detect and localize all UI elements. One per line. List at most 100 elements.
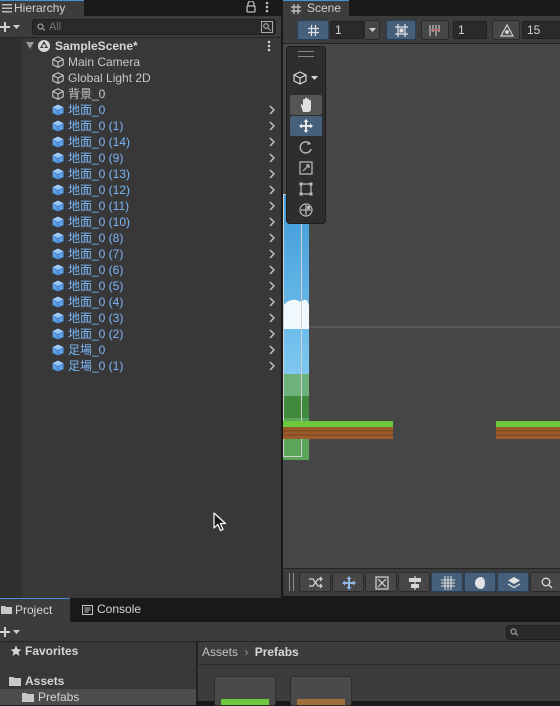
chevron-right-icon[interactable] [269, 121, 275, 131]
tab-console[interactable]: Console [72, 600, 152, 622]
chevron-right-icon[interactable] [269, 361, 275, 371]
rect-transform-icon [299, 182, 313, 196]
breadcrumb-root[interactable]: Assets [202, 645, 238, 659]
chevron-right-icon[interactable] [269, 217, 275, 227]
grid-dropdown-button[interactable] [364, 20, 380, 40]
prefab-cube-icon [52, 184, 64, 196]
hierarchy-item[interactable]: 地面_0 (4) [22, 294, 281, 310]
hierarchy-item-label: Main Camera [68, 55, 141, 69]
chevron-right-icon[interactable] [269, 201, 275, 211]
transform-tool-button[interactable] [290, 200, 322, 220]
hierarchy-item-label: Global Light 2D [68, 71, 151, 85]
chevron-right-icon[interactable] [269, 329, 275, 339]
move-tool-button[interactable] [290, 116, 322, 136]
hierarchy-item[interactable]: 地面_0 (10) [22, 214, 281, 230]
increment-snap-button[interactable] [421, 20, 449, 40]
tab-console-label: Console [97, 602, 142, 616]
camera-speed-field[interactable]: 15 [522, 21, 560, 39]
tab-project[interactable]: Project [0, 598, 70, 622]
scene-more-icon[interactable] [267, 40, 271, 52]
chevron-right-icon[interactable] [269, 137, 275, 147]
expand-arrow-icon[interactable] [26, 42, 34, 49]
rect-tool-button[interactable] [290, 179, 322, 199]
prefabs-folder-row[interactable]: Prefabs [0, 689, 196, 705]
drag-handle-icon[interactable] [289, 573, 294, 591]
grid-toggle-button[interactable] [297, 20, 329, 40]
tools-overlay[interactable] [286, 46, 326, 224]
snap-increment-button[interactable] [365, 572, 397, 592]
prefab-thumbnail[interactable] [214, 676, 276, 706]
chevron-right-icon[interactable] [269, 313, 275, 323]
hand-tool-button[interactable] [290, 95, 322, 115]
hierarchy-item[interactable]: Global Light 2D [22, 70, 281, 86]
hierarchy-item[interactable]: 地面_0 (12) [22, 182, 281, 198]
shading-mode-button[interactable] [464, 572, 496, 592]
camera-settings-button[interactable] [492, 20, 520, 40]
scale-tool-button[interactable] [290, 158, 322, 178]
breadcrumb-divider [198, 664, 560, 665]
snap-toggle-button[interactable] [386, 20, 416, 40]
prefab-thumbnail[interactable] [290, 676, 352, 706]
hierarchy-item[interactable]: 地面_0 (1) [22, 118, 281, 134]
favorites-row[interactable]: Favorites [0, 643, 196, 659]
chevron-right-icon[interactable] [269, 233, 275, 243]
tab-hierarchy[interactable]: Hierarchy [0, 0, 84, 16]
grid-visibility-button[interactable] [431, 572, 463, 592]
chevron-right-icon[interactable] [269, 169, 275, 179]
hierarchy-search-field[interactable] [32, 19, 276, 35]
view-mode-dropdown[interactable] [289, 67, 323, 89]
assets-row[interactable]: Assets [0, 673, 196, 689]
hierarchy-item[interactable]: Main Camera [22, 54, 281, 70]
drag-handle-icon[interactable] [298, 51, 314, 57]
grid-size-field[interactable]: 1 [330, 21, 364, 39]
chevron-right-icon[interactable] [269, 297, 275, 307]
hierarchy-item[interactable]: 地面_0 (3) [22, 310, 281, 326]
favorites-label: Favorites [25, 644, 79, 658]
hierarchy-item[interactable]: 地面_0 (11) [22, 198, 281, 214]
prefab-cube-icon [52, 248, 64, 260]
prefab-cube-icon [52, 312, 64, 324]
chevron-right-icon[interactable] [269, 185, 275, 195]
add-button[interactable] [0, 20, 22, 34]
chevron-right-icon[interactable] [269, 281, 275, 291]
search-input[interactable] [49, 20, 249, 34]
hierarchy-item[interactable]: 地面_0 (8) [22, 230, 281, 246]
hierarchy-item[interactable]: 地面_0 (2) [22, 326, 281, 342]
prefabs-folder-label: Prefabs [38, 690, 80, 704]
chevron-right-icon[interactable] [269, 345, 275, 355]
snap-value-field[interactable]: 1 [453, 21, 487, 39]
scene-search-button[interactable] [530, 572, 560, 592]
layers-button[interactable] [497, 572, 529, 592]
hierarchy-item[interactable]: 地面_0 (14) [22, 134, 281, 150]
scene-name: SampleScene* [55, 39, 138, 53]
align-button[interactable] [398, 572, 430, 592]
hierarchy-item[interactable]: 足場_0 [22, 342, 281, 358]
rotate-tool-button[interactable] [290, 137, 322, 157]
chevron-right-icon[interactable] [269, 265, 275, 275]
prefab-cube-icon [52, 200, 64, 212]
scene-root-row[interactable]: SampleScene* [22, 38, 281, 54]
hierarchy-item[interactable]: 地面_0 (13) [22, 166, 281, 182]
chevron-right-icon[interactable] [269, 249, 275, 259]
hierarchy-item[interactable]: 足場_0 (1) [22, 358, 281, 374]
hierarchy-item-label: 地面_0 (6) [68, 263, 124, 277]
hierarchy-item[interactable]: 地面_0 (7) [22, 246, 281, 262]
chevron-right-icon[interactable] [269, 153, 275, 163]
global-toggle-button[interactable] [332, 572, 364, 592]
tab-scene[interactable]: Scene [283, 0, 349, 16]
hierarchy-item[interactable]: 地面_0 (5) [22, 278, 281, 294]
project-search-field[interactable] [506, 625, 560, 640]
chevron-right-icon[interactable] [269, 105, 275, 115]
pivot-toggle-button[interactable] [299, 572, 331, 592]
cube-icon [293, 71, 307, 85]
scene-search-icon[interactable] [261, 21, 273, 33]
hierarchy-item[interactable]: 地面_0 (9) [22, 150, 281, 166]
hierarchy-item[interactable]: 背景_0 [22, 86, 281, 102]
project-add-button[interactable] [0, 625, 22, 639]
chevron-down-icon [311, 76, 318, 80]
hierarchy-item-label: 地面_0 (11) [68, 199, 130, 213]
lock-icon[interactable] [246, 1, 256, 13]
hierarchy-item[interactable]: 地面_0 (6) [22, 262, 281, 278]
more-icon[interactable] [265, 1, 269, 13]
hierarchy-item[interactable]: 地面_0 [22, 102, 281, 118]
